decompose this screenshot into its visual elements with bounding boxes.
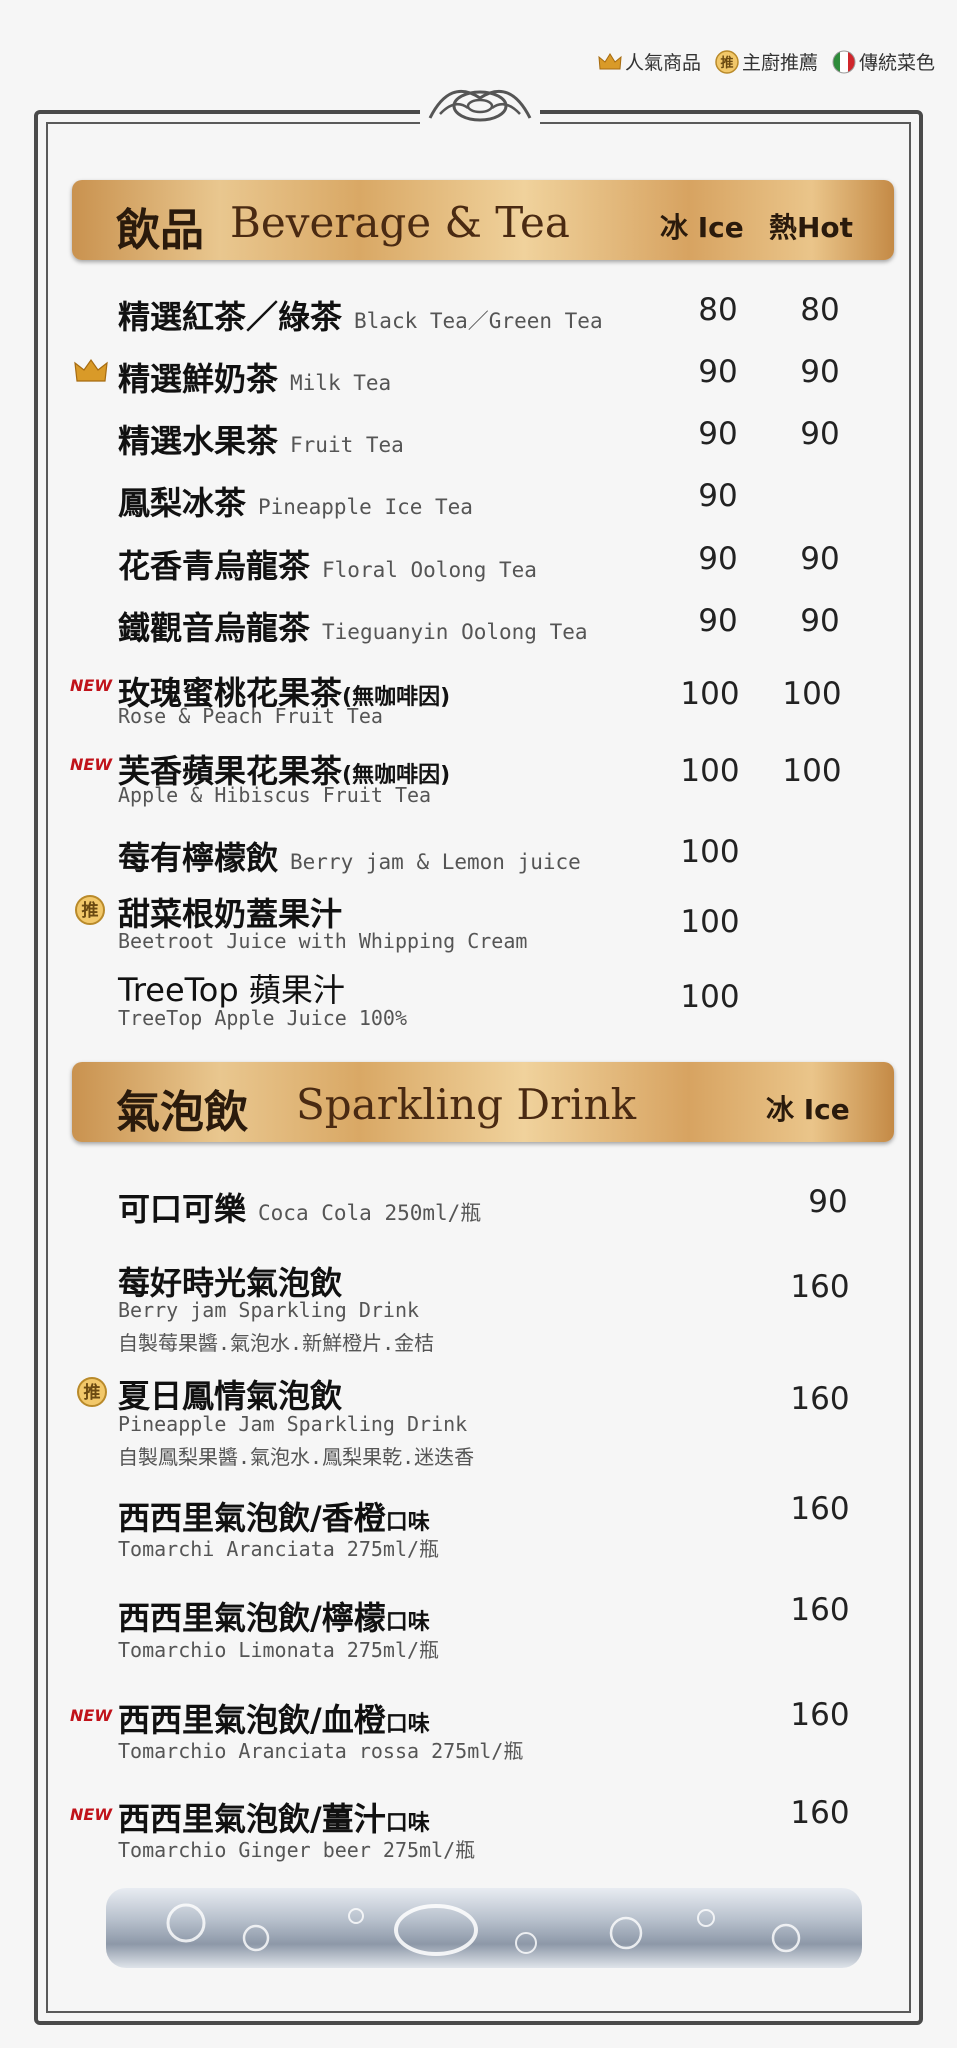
price-ice: 80 xyxy=(698,292,738,328)
chef-recommend-icon: 推 xyxy=(75,895,105,925)
new-badge: NEW xyxy=(70,755,112,774)
item-ingredients: 自製莓果醬.氣泡水.新鮮橙片.金桔 xyxy=(118,1331,435,1355)
price-ice: 160 xyxy=(790,1381,850,1417)
item-name-en: Pineapple Ice Tea xyxy=(258,495,473,519)
legend-popular: 人氣商品 xyxy=(598,48,701,75)
price-ice: 160 xyxy=(790,1697,850,1733)
item-subtitle: TreeTop Apple Juice 100% xyxy=(118,1006,407,1030)
item-name: 西西里氣泡飲/血橙 xyxy=(118,1701,386,1739)
price-ice: 100 xyxy=(680,834,740,870)
legend: 人氣商品 推 主廚推薦 傳統菜色 xyxy=(598,48,935,75)
item-subtitle: Tomarchi Aranciata 275ml/瓶 xyxy=(118,1537,440,1561)
price-ice: 90 xyxy=(698,416,738,452)
price-ice: 90 xyxy=(698,603,738,639)
price-ice: 160 xyxy=(790,1592,850,1628)
item-name: 可口可樂 xyxy=(118,1190,247,1228)
item-name: 鐵觀音烏龍茶 xyxy=(118,609,311,647)
price-hot: 100 xyxy=(782,753,842,789)
item-name-en: Fruit Tea xyxy=(290,433,404,457)
item-name: 西西里氣泡飲/薑汁 xyxy=(118,1800,386,1838)
item-name-en: Tieguanyin Oolong Tea xyxy=(322,620,588,644)
sparkling-banner: 氣泡飲 Sparkling Drink 冰 Ice xyxy=(72,1062,894,1142)
price-hot: 90 xyxy=(800,541,840,577)
item-name-en: Floral Oolong Tea xyxy=(322,558,537,582)
price-ice: 90 xyxy=(698,478,738,514)
item-subtitle: Pineapple Jam Sparkling Drink xyxy=(118,1412,468,1436)
price-hot: 90 xyxy=(800,416,840,452)
item-flavor: 口味 xyxy=(385,1811,430,1836)
bubbles-icon xyxy=(166,1903,801,1956)
item-name: 精選紅茶／綠茶 xyxy=(118,298,343,336)
item-flavor: 口味 xyxy=(385,1510,430,1535)
item-name: 甜菜根奶蓋果汁 xyxy=(118,895,343,933)
item-name: 花香青烏龍茶 xyxy=(118,547,311,585)
sparkling-col-ice: 冰 Ice xyxy=(766,1093,850,1126)
price-ice: 160 xyxy=(790,1491,850,1527)
item-name: 鳳梨冰茶 xyxy=(118,484,247,522)
item-subtitle: Tomarchio Ginger beer 275ml/瓶 xyxy=(118,1838,476,1862)
chef-char: 推 xyxy=(84,1382,101,1403)
price-ice: 90 xyxy=(808,1184,848,1220)
crown-icon xyxy=(598,52,622,69)
item-flavor: 口味 xyxy=(385,1610,430,1635)
italy-flag-icon xyxy=(832,50,856,73)
legend-chef-label: 主廚推薦 xyxy=(741,52,818,74)
item-name: 莓好時光氣泡飲 xyxy=(118,1264,343,1302)
beverage-title-en: Beverage & Tea xyxy=(230,198,570,247)
price-hot: 90 xyxy=(800,354,840,390)
price-hot: 80 xyxy=(800,292,840,328)
item-subtitle: Berry jam Sparkling Drink xyxy=(118,1298,420,1322)
item-subtitle: Tomarchio Aranciata rossa 275ml/瓶 xyxy=(118,1739,524,1763)
item-subtitle: Beetroot Juice with Whipping Cream xyxy=(118,929,528,953)
item-ingredients: 自製鳳梨果醬.氣泡水.鳳梨果乾.迷迭香 xyxy=(118,1445,475,1469)
price-ice: 100 xyxy=(680,676,740,712)
new-badge: NEW xyxy=(70,1706,112,1725)
item-name: 精選鮮奶茶 xyxy=(118,360,279,398)
item-name-en: Milk Tea xyxy=(290,371,392,395)
crown-icon xyxy=(74,358,108,382)
item-subtitle: Rose & Peach Fruit Tea xyxy=(118,704,383,728)
bubbles-decoration xyxy=(106,1888,862,1968)
chef-recommend-icon: 推 xyxy=(77,1377,107,1407)
price-ice: 90 xyxy=(698,541,738,577)
beverage-banner: 飲品 Beverage & Tea 冰 Ice 熱Hot xyxy=(72,180,894,260)
price-hot: 100 xyxy=(782,676,842,712)
item-name: TreeTop 蘋果汁 xyxy=(118,971,345,1009)
legend-chef: 推 主廚推薦 xyxy=(715,48,818,75)
price-ice: 100 xyxy=(680,904,740,940)
ornament-icon xyxy=(420,88,540,138)
price-ice: 160 xyxy=(790,1795,850,1831)
price-ice: 100 xyxy=(680,753,740,789)
chef-recommend-icon: 推 xyxy=(715,49,739,74)
sparkling-title-cn: 氣泡飲 xyxy=(116,1087,248,1138)
chef-char: 推 xyxy=(82,900,99,921)
item-name-en: Coca Cola 250ml/瓶 xyxy=(258,1201,482,1225)
sparkling-title-en: Sparkling Drink xyxy=(296,1080,637,1129)
beverage-title-cn: 飲品 xyxy=(116,205,204,256)
item-subtitle: Apple & Hibiscus Fruit Tea xyxy=(118,783,432,807)
legend-traditional: 傳統菜色 xyxy=(832,48,935,75)
price-hot: 90 xyxy=(800,603,840,639)
legend-traditional-label: 傳統菜色 xyxy=(858,52,935,74)
item-name: 西西里氣泡飲/檸檬 xyxy=(118,1599,386,1637)
item-name: 西西里氣泡飲/香橙 xyxy=(118,1499,386,1537)
item-name: 夏日鳳情氣泡飲 xyxy=(118,1377,343,1415)
new-badge: NEW xyxy=(70,1805,112,1824)
item-name: 精選水果茶 xyxy=(118,422,279,460)
item-name-en: Black Tea／Green Tea xyxy=(354,309,603,333)
price-ice: 160 xyxy=(790,1269,850,1305)
new-badge: NEW xyxy=(70,676,112,695)
price-ice: 100 xyxy=(680,979,740,1015)
beverage-col-ice: 冰 Ice xyxy=(660,211,744,244)
chef-char: 推 xyxy=(720,55,733,71)
item-subtitle: Tomarchio Limonata 275ml/瓶 xyxy=(118,1638,440,1662)
item-name: 莓有檸檬飲 xyxy=(118,839,279,877)
price-ice: 90 xyxy=(698,354,738,390)
item-name-en: Berry jam & Lemon juice xyxy=(290,850,581,874)
legend-popular-label: 人氣商品 xyxy=(624,52,701,74)
item-flavor: 口味 xyxy=(385,1712,430,1737)
beverage-col-hot: 熱Hot xyxy=(769,211,854,244)
